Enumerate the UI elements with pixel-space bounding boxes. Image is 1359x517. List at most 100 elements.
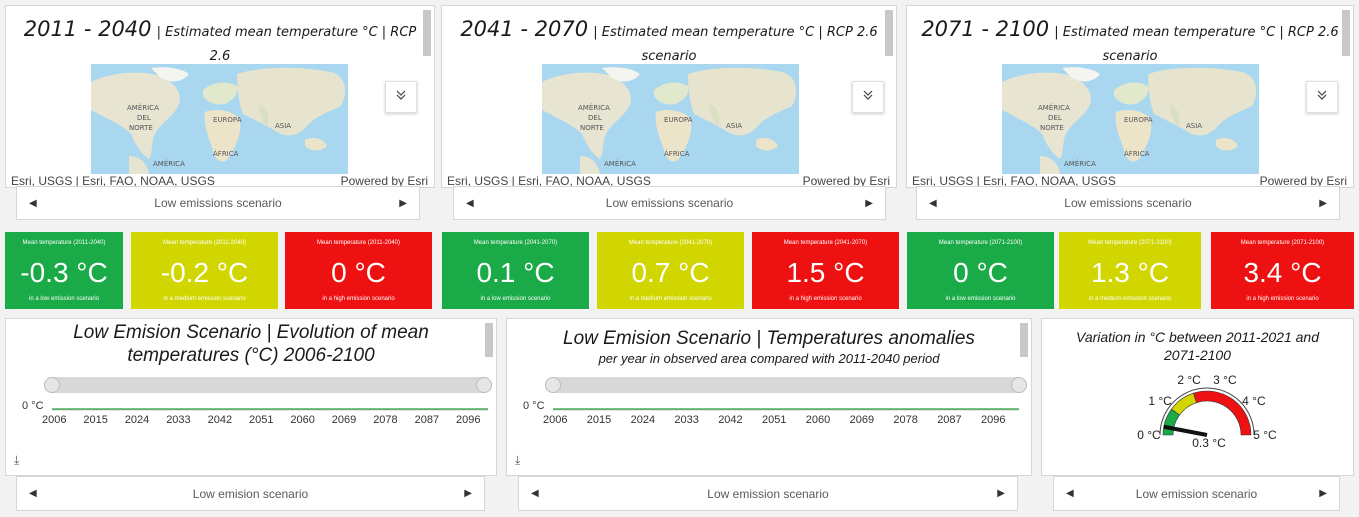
indicator-top-text: Mean temperature (2071-2100) xyxy=(938,240,1023,246)
chart-title-line-1: Low Emision Scenario | Evolution of mean xyxy=(73,322,429,343)
indicator-value: 3.4 °C xyxy=(1243,257,1322,288)
expand-map-button[interactable] xyxy=(385,81,417,113)
label-africa: ÁFRICA xyxy=(213,149,239,158)
world-map[interactable]: AMÉRICA DEL NORTE EUROPA ASIA ÁFRICA AMÉ… xyxy=(542,64,799,174)
world-map[interactable]: AMÉRICA DEL NORTE EUROPA ASIA ÁFRICA AMÉ… xyxy=(1002,64,1259,174)
gauge-title-line-2: 2071-2100 xyxy=(1164,347,1231,363)
indicator-value: 0 °C xyxy=(953,257,1008,288)
expand-map-button[interactable] xyxy=(1306,81,1338,113)
slider-start-handle[interactable] xyxy=(545,377,561,393)
map-panel-2: 2041 - 2070 | Estimated mean temperature… xyxy=(441,5,897,188)
indicator-bottom-text: in a low emission scenario xyxy=(480,296,551,302)
label-asia: ASIA xyxy=(1186,122,1202,130)
prev-arrow-icon[interactable]: ◀ xyxy=(29,488,37,499)
indicator-card[interactable]: Mean temperature (2071-2100) 0 °C in a low… xyxy=(907,232,1054,309)
gauge-tick-label: 4 °C xyxy=(1242,394,1266,408)
next-arrow-icon[interactable]: ▶ xyxy=(1319,198,1327,209)
slider-start-handle[interactable] xyxy=(44,377,60,393)
indicator-bottom-text: in a medium emission scenario xyxy=(629,296,712,302)
chart-title: Low Emision Scenario | Temperatures anom… xyxy=(507,328,1031,368)
indicator-card[interactable]: Mean temperature (2041-2070) 1.5 °C in a h… xyxy=(752,232,899,309)
prev-arrow-icon[interactable]: ◀ xyxy=(466,198,474,209)
download-icon[interactable]: ⤓ xyxy=(14,453,19,468)
world-map-graphic: AMÉRICA DEL NORTE EUROPA ASIA ÁFRICA AMÉ… xyxy=(1002,64,1259,174)
prev-arrow-icon[interactable]: ◀ xyxy=(929,198,937,209)
indicator-card[interactable]: Mean temperature (2071-2100) 1.3 °C in a m… xyxy=(1059,232,1201,309)
x-tick-label: 2015 xyxy=(83,414,108,426)
map-subtitle: | Estimated mean temperature °C | RCP 2.… xyxy=(1054,25,1339,40)
label-europe: EUROPA xyxy=(213,116,242,124)
indicator-card[interactable]: Mean temperature (2011-2040) -0.2 °C in a … xyxy=(131,232,278,309)
map-subtitle: | Estimated mean temperature °C | RCP 2.… xyxy=(593,25,878,40)
chart2-nav: ◀ Low emission scenario ▶ xyxy=(518,476,1018,511)
indicator-card[interactable]: Mean temperature (2041-2070) 0.1 °C in a l… xyxy=(442,232,589,309)
line-chart[interactable] xyxy=(553,399,1019,415)
prev-arrow-icon[interactable]: ◀ xyxy=(1066,488,1074,499)
chart-title-line-1: Low Emision Scenario | Temperatures anom… xyxy=(563,328,975,349)
next-arrow-icon[interactable]: ▶ xyxy=(1319,488,1327,499)
indicator-card[interactable]: Mean temperature (2011-2040) -0.3 °C in a … xyxy=(5,232,123,309)
indicator-value: -0.3 °C xyxy=(20,257,108,288)
label-africa: ÁFRICA xyxy=(1124,149,1150,158)
x-tick-label: 2024 xyxy=(124,414,150,426)
gauge-tick-label: 3 °C xyxy=(1213,373,1237,387)
next-arrow-icon[interactable]: ▶ xyxy=(865,198,873,209)
map-panel-1: 2011 - 2040 | Estimated mean temperature… xyxy=(5,5,435,188)
line-chart[interactable] xyxy=(52,399,488,415)
download-icon[interactable]: ⤓ xyxy=(515,453,520,468)
prev-arrow-icon[interactable]: ◀ xyxy=(29,198,37,209)
indicator-card[interactable]: Mean temperature (2041-2070) 0.7 °C in a m… xyxy=(597,232,744,309)
label-north-america-3: NORTE xyxy=(1040,124,1064,132)
world-map[interactable]: AMÉRICA DEL NORTE EUROPA ASIA ÁFRICA AMÉ… xyxy=(91,64,348,174)
indicator-value: 1.5 °C xyxy=(786,257,865,288)
label-north-america-2: DEL xyxy=(137,114,151,122)
nav-label: Low emissions scenario xyxy=(1064,196,1192,210)
indicator-top-text: Mean temperature (2041-2070) xyxy=(783,240,868,246)
chevron-double-down-icon xyxy=(1316,88,1328,106)
x-tick-label: 2087 xyxy=(937,414,962,426)
x-tick-label: 2006 xyxy=(543,414,568,426)
indicator-top-text: Mean temperature (2011-2040) xyxy=(163,240,246,246)
x-tick-label: 2078 xyxy=(893,414,918,426)
label-north-america-1: AMÉRICA xyxy=(1038,103,1070,112)
slider-end-handle[interactable] xyxy=(476,377,492,393)
x-tick-label: 2042 xyxy=(718,414,743,426)
indicator-top-text: Mean temperature (2011-2040) xyxy=(317,240,400,246)
x-tick-label: 2087 xyxy=(414,414,440,426)
map-nav-2: ◀ Low emissions scenario ▶ xyxy=(453,186,886,220)
gauge-title: Variation in °C between 2011-2021 and 20… xyxy=(1042,328,1353,364)
indicator-value: 0 °C xyxy=(331,257,386,288)
expand-map-button[interactable] xyxy=(852,81,884,113)
x-tick-label: 2006 xyxy=(42,414,67,426)
indicator-value: -0.2 °C xyxy=(160,257,249,288)
x-tick-label: 2015 xyxy=(586,414,612,426)
time-range-slider[interactable] xyxy=(44,377,492,393)
next-arrow-icon[interactable]: ▶ xyxy=(464,488,472,499)
time-range-slider[interactable] xyxy=(545,377,1027,393)
next-arrow-icon[interactable]: ▶ xyxy=(997,488,1005,499)
indicator-bottom-text: in a low emission scenario xyxy=(945,296,1016,302)
label-europe: EUROPA xyxy=(664,116,693,124)
label-south-america: AMÉRICA xyxy=(153,159,185,168)
next-arrow-icon[interactable]: ▶ xyxy=(399,198,407,209)
nav-label: Low emission scenario xyxy=(1135,486,1258,501)
gauge-value-label: 0.3 °C xyxy=(1192,436,1226,450)
x-tick-label: 2060 xyxy=(805,414,831,426)
x-tick-label: 2078 xyxy=(373,414,398,426)
indicator-card[interactable]: Mean temperature (2071-2100) 3.4 °C in a h… xyxy=(1211,232,1354,309)
slider-end-handle[interactable] xyxy=(1011,377,1027,393)
map-title: 2041 - 2070 | Estimated mean temperature… xyxy=(442,18,896,68)
label-africa: ÁFRICA xyxy=(664,149,690,158)
chart1-nav: ◀ Low emision scenario ▶ xyxy=(16,476,485,511)
x-tick-label: 2096 xyxy=(981,414,1006,426)
indicator-top-text: Mean temperature (2011-2040) xyxy=(22,240,106,246)
indicator-bottom-text: in a high emission scenario xyxy=(1246,296,1319,302)
prev-arrow-icon[interactable]: ◀ xyxy=(531,488,539,499)
label-north-america-1: AMÉRICA xyxy=(578,103,610,112)
map-period: 2041 - 2070 xyxy=(460,17,589,41)
map-subtitle-2: scenario xyxy=(641,49,697,64)
label-north-america-3: NORTE xyxy=(580,124,604,132)
indicator-card[interactable]: Mean temperature (2011-2040) 0 °C in a hig… xyxy=(285,232,432,309)
temperature-gauge[interactable]: 0 °C 1 °C 2 °C 3 °C 4 °C 5 °C 0.3 °C xyxy=(1042,369,1355,454)
y-axis-label: 0 °C xyxy=(523,400,545,412)
